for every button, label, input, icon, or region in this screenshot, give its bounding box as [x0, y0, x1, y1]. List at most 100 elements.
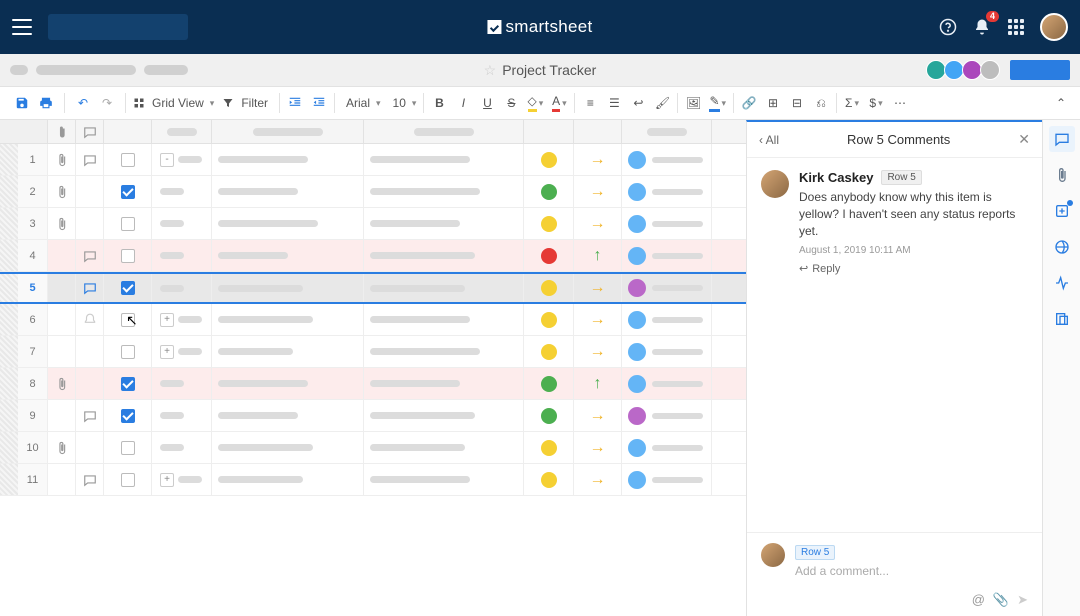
attachment-cell[interactable]: [48, 400, 76, 431]
tab-item[interactable]: [144, 65, 188, 75]
name-cell[interactable]: [212, 400, 364, 431]
save-icon[interactable]: [11, 91, 33, 115]
expand-cell[interactable]: +: [152, 336, 212, 367]
name-cell[interactable]: [212, 336, 364, 367]
comment-cell[interactable]: [76, 432, 104, 463]
direction-cell[interactable]: →: [574, 432, 622, 463]
desc-cell[interactable]: [364, 208, 524, 239]
checkbox-cell[interactable]: [104, 400, 152, 431]
reply-button[interactable]: ↩ Reply: [799, 262, 1028, 275]
attachment-cell[interactable]: [48, 176, 76, 207]
status-cell[interactable]: [524, 336, 574, 367]
rail-comments-icon[interactable]: [1049, 126, 1075, 152]
align-left-icon[interactable]: ≡: [579, 91, 601, 115]
direction-cell[interactable]: →: [574, 208, 622, 239]
comment-cell[interactable]: [76, 368, 104, 399]
row-drag-handle[interactable]: [0, 432, 18, 463]
table-row[interactable]: 8↑: [0, 368, 746, 400]
direction-cell[interactable]: ↑: [574, 368, 622, 399]
attachment-cell[interactable]: [48, 240, 76, 271]
bold-icon[interactable]: B: [428, 91, 450, 115]
row-drag-handle[interactable]: [0, 274, 18, 302]
name-cell[interactable]: [212, 208, 364, 239]
table-row[interactable]: 11+→: [0, 464, 746, 496]
expand-cell[interactable]: +: [152, 304, 212, 335]
table-row[interactable]: 6+→: [0, 304, 746, 336]
close-icon[interactable]: ✕: [1018, 131, 1030, 148]
checkbox-cell[interactable]: [104, 240, 152, 271]
expand-cell[interactable]: [152, 432, 212, 463]
name-cell[interactable]: [212, 464, 364, 495]
owner-cell[interactable]: [622, 208, 712, 239]
checkbox-cell[interactable]: [104, 368, 152, 399]
table-row[interactable]: 2→: [0, 176, 746, 208]
row-drag-handle[interactable]: [0, 400, 18, 431]
owner-cell[interactable]: [622, 400, 712, 431]
sum-icon[interactable]: Σ: [841, 91, 863, 115]
row-drag-handle[interactable]: [0, 240, 18, 271]
comment-input[interactable]: Add a comment...: [795, 564, 1028, 578]
comment-row-tag[interactable]: Row 5: [881, 170, 921, 185]
italic-icon[interactable]: I: [452, 91, 474, 115]
expand-cell[interactable]: -: [152, 144, 212, 175]
search-input[interactable]: [48, 14, 188, 40]
attachment-cell[interactable]: [48, 208, 76, 239]
direction-cell[interactable]: ↑: [574, 240, 622, 271]
desc-cell[interactable]: [364, 368, 524, 399]
owner-cell[interactable]: [622, 464, 712, 495]
collaborator-avatar[interactable]: [980, 60, 1000, 80]
status-cell[interactable]: [524, 144, 574, 175]
lock-icon[interactable]: ⎌: [810, 91, 832, 115]
direction-cell[interactable]: →: [574, 304, 622, 335]
rail-summary-icon[interactable]: [1049, 306, 1075, 332]
owner-cell[interactable]: [622, 336, 712, 367]
owner-cell[interactable]: [622, 176, 712, 207]
undo-icon[interactable]: ↶: [72, 91, 94, 115]
status-cell[interactable]: [524, 208, 574, 239]
insert-row-icon[interactable]: ⊟: [786, 91, 808, 115]
desc-cell[interactable]: [364, 336, 524, 367]
table-row[interactable]: 10→: [0, 432, 746, 464]
format-painter-icon[interactable]: 🖌: [651, 91, 673, 115]
direction-cell[interactable]: →: [574, 144, 622, 175]
underline-icon[interactable]: U: [476, 91, 498, 115]
link-icon[interactable]: 🔗: [738, 91, 760, 115]
desc-cell[interactable]: [364, 240, 524, 271]
owner-cell[interactable]: [622, 240, 712, 271]
indent-increase-icon[interactable]: [308, 91, 330, 115]
comment-cell[interactable]: [76, 336, 104, 367]
row-drag-handle[interactable]: [0, 368, 18, 399]
comment-cell[interactable]: [76, 208, 104, 239]
attachment-cell[interactable]: [48, 368, 76, 399]
status-cell[interactable]: [524, 176, 574, 207]
desc-cell[interactable]: [364, 304, 524, 335]
collaborator-avatar[interactable]: [926, 60, 946, 80]
star-icon[interactable]: ☆: [484, 62, 497, 79]
expand-cell[interactable]: +: [152, 464, 212, 495]
attachment-column-header[interactable]: [48, 120, 76, 143]
comment-column-header[interactable]: [76, 120, 104, 143]
expand-cell[interactable]: [152, 176, 212, 207]
comments-back-button[interactable]: ‹ All: [759, 133, 779, 147]
attachment-cell[interactable]: [48, 144, 76, 175]
user-avatar[interactable]: [1040, 13, 1068, 41]
name-cell[interactable]: [212, 144, 364, 175]
expand-cell[interactable]: [152, 240, 212, 271]
row-drag-handle[interactable]: [0, 464, 18, 495]
tab-item[interactable]: [10, 65, 28, 75]
menu-icon[interactable]: [12, 19, 32, 35]
desc-cell[interactable]: [364, 274, 524, 302]
status-cell[interactable]: [524, 400, 574, 431]
row-drag-handle[interactable]: [0, 144, 18, 175]
rail-proofs-icon[interactable]: [1049, 198, 1075, 224]
direction-cell[interactable]: →: [574, 400, 622, 431]
filter-button[interactable]: Filter: [219, 91, 275, 115]
table-row[interactable]: 3→: [0, 208, 746, 240]
expand-cell[interactable]: [152, 274, 212, 302]
more-formatting-icon[interactable]: ⋯: [889, 91, 911, 115]
expand-cell[interactable]: [152, 400, 212, 431]
insert-image-icon[interactable]: 🖼: [682, 91, 704, 115]
indent-decrease-icon[interactable]: [284, 91, 306, 115]
align-center-icon[interactable]: ☰: [603, 91, 625, 115]
help-icon[interactable]: [938, 17, 958, 37]
